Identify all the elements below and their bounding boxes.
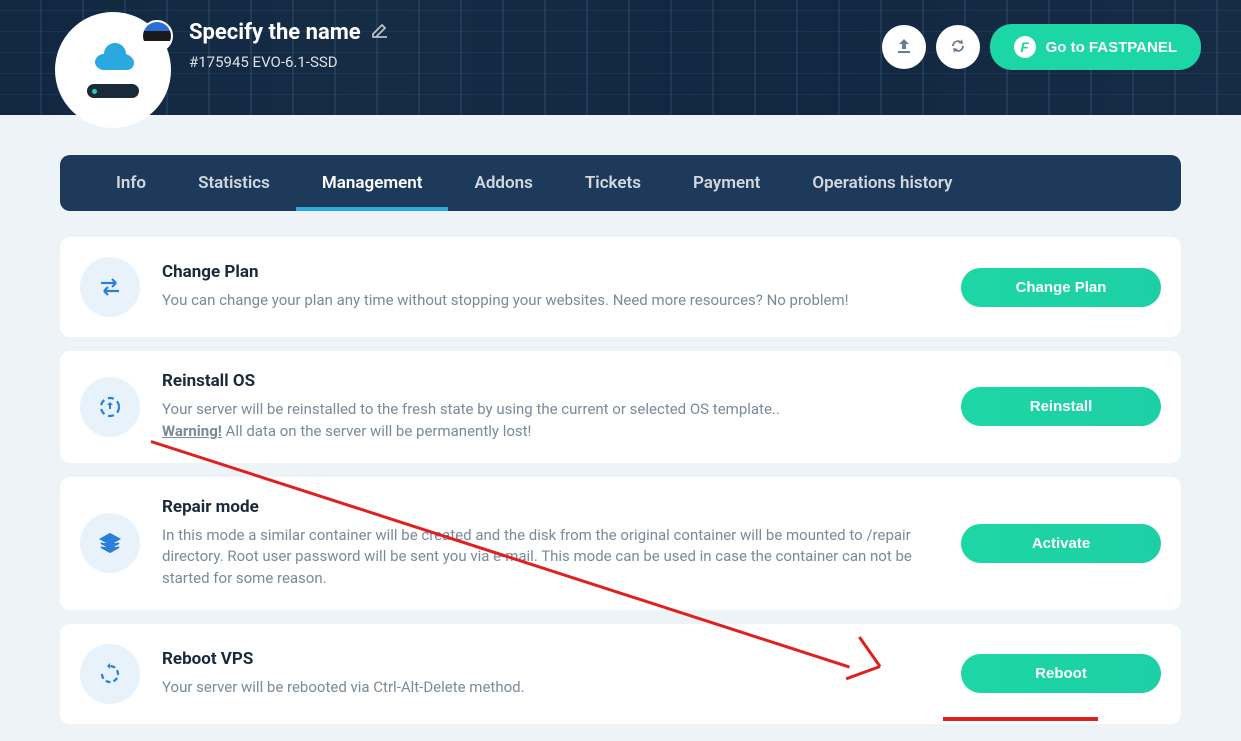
activate-button[interactable]: Activate: [961, 524, 1161, 563]
card-change-plan: Change Plan You can change your plan any…: [60, 237, 1181, 337]
sync-icon: [948, 36, 968, 59]
change-plan-button[interactable]: Change Plan: [961, 268, 1161, 307]
tab-operations-history[interactable]: Operations history: [786, 155, 978, 211]
cloud-icon: [91, 42, 135, 76]
card-repair-mode: Repair mode In this mode a similar conta…: [60, 477, 1181, 610]
tab-payment[interactable]: Payment: [667, 155, 786, 211]
upload-button[interactable]: [882, 25, 926, 69]
reinstall-button[interactable]: Reinstall: [961, 387, 1161, 426]
fastpanel-button-label: Go to FASTPANEL: [1046, 39, 1177, 56]
card-reboot-vps: Reboot VPS Your server will be rebooted …: [60, 624, 1181, 724]
refresh-dashed-icon: [80, 377, 140, 437]
tab-info[interactable]: Info: [90, 155, 172, 211]
warning-label: Warning!: [162, 422, 222, 440]
card-description: Your server will be reinstalled to the f…: [162, 399, 939, 443]
edit-name-icon[interactable]: [371, 20, 389, 45]
card-reinstall-os: Reinstall OS Your server will be reinsta…: [60, 351, 1181, 463]
fastpanel-logo-icon: F: [1014, 36, 1036, 58]
card-description: You can change your plan any time withou…: [162, 290, 939, 312]
card-title: Change Plan: [162, 262, 939, 282]
tab-statistics[interactable]: Statistics: [172, 155, 296, 211]
go-to-fastpanel-button[interactable]: F Go to FASTPANEL: [990, 24, 1201, 70]
card-description: In this mode a similar container will be…: [162, 525, 939, 590]
reboot-button[interactable]: Reboot: [961, 654, 1161, 693]
server-id: #175945 EVO-6.1-SSD: [189, 53, 389, 71]
card-title: Reboot VPS: [162, 649, 939, 669]
tab-bar: Info Statistics Management Addons Ticket…: [60, 155, 1181, 211]
page-title: Specify the name: [189, 20, 361, 45]
upload-icon: [894, 36, 914, 59]
server-avatar: [55, 12, 171, 128]
tab-addons[interactable]: Addons: [448, 155, 558, 211]
swap-icon: [80, 257, 140, 317]
card-title: Reinstall OS: [162, 371, 939, 391]
server-bar-icon: [87, 84, 139, 98]
sync-button[interactable]: [936, 25, 980, 69]
country-flag-icon: [141, 20, 173, 52]
tab-tickets[interactable]: Tickets: [559, 155, 667, 211]
rotate-dashed-icon: [80, 644, 140, 704]
card-title: Repair mode: [162, 497, 939, 517]
tab-management[interactable]: Management: [296, 155, 449, 211]
card-description: Your server will be rebooted via Ctrl-Al…: [162, 677, 939, 699]
layers-icon: [80, 513, 140, 573]
